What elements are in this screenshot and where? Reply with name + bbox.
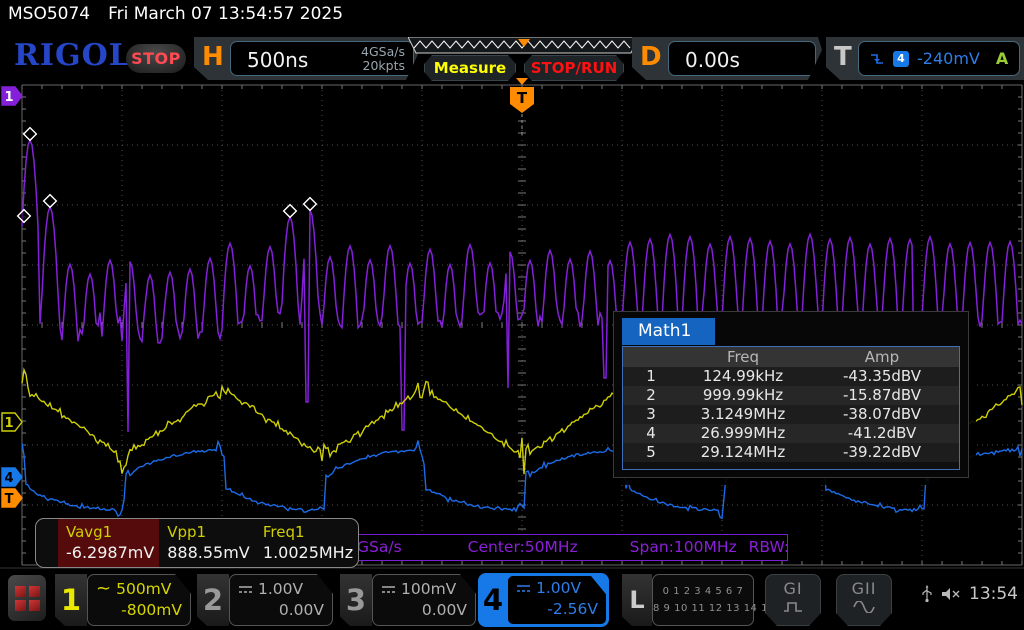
table-row: 4 26.999MHz -41.2dBV xyxy=(623,424,959,443)
trigger-box[interactable]: 4 -240mV A xyxy=(858,41,1020,76)
fft-sample-rate: GSa/s xyxy=(357,535,402,560)
memory-depth: 20kpts xyxy=(361,59,405,73)
pulse-icon xyxy=(783,601,803,613)
status-bar: MSO5074 Fri March 07 13:54:57 2025 xyxy=(0,0,1024,30)
peak-marker xyxy=(24,128,37,141)
generator-2-label: GII xyxy=(837,579,891,598)
peak-marker xyxy=(44,195,57,208)
header-index xyxy=(623,347,679,367)
measure-button[interactable]: Measure xyxy=(424,55,516,81)
channel-2-offset: 0.00V xyxy=(238,601,324,619)
delay-value: 0.00s xyxy=(685,48,740,72)
oscilloscope-screen: MSO5074Fri March 07 13:54:57 2025 T114T … xyxy=(0,0,1024,630)
channel-3-offset: 0.00V xyxy=(381,601,467,619)
fft-info-bar: GSa/s Center:50MHz Span:100MHz RBW:200kH… xyxy=(332,534,788,561)
channel-1-scale: 500mV xyxy=(116,580,171,598)
model-name: MSO5074 xyxy=(8,4,90,24)
trigger-label: T xyxy=(834,42,852,72)
timebase-box[interactable]: 500ns 4GSa/s 20kpts xyxy=(230,41,414,76)
menu-button[interactable] xyxy=(8,575,46,621)
generator-1-button[interactable]: GI xyxy=(765,574,821,626)
fft-center: Center:50MHz xyxy=(468,535,578,560)
digital-label: L xyxy=(622,574,652,626)
trigger-level: -240mV xyxy=(917,49,980,68)
system-tray: 13:54 xyxy=(921,584,1018,604)
channel-4-block[interactable]: 4 1.00V -2.56V xyxy=(478,573,609,627)
sine-icon xyxy=(853,601,875,613)
delay-label: D xyxy=(640,42,662,72)
dc-coupling-icon xyxy=(516,584,531,593)
clock: 13:54 xyxy=(969,584,1018,604)
channel-bar: 1 ~500mV -800mV 2 1.00V 0.00V 3 100mV 0.… xyxy=(0,570,1024,630)
digital-row-2: 8 9 10 11 12 13 14 15 xyxy=(653,600,753,617)
table-row: 5 29.124MHz -39.22dBV xyxy=(623,443,959,462)
digital-row-1: 0 1 2 3 4 5 6 7 xyxy=(653,583,753,600)
horizontal-label: H xyxy=(202,42,224,72)
table-row: 1 124.99kHz -43.35dBV xyxy=(623,367,959,386)
math1-popup: Math1 Freq Amp 1 124.99kHz -43.35dBV 2 9… xyxy=(613,311,969,478)
generator-2-button[interactable]: GII xyxy=(836,574,892,626)
usb-icon[interactable] xyxy=(921,585,933,603)
measurement-box: Vavg1 -6.2987mV Vpp1 888.55mV Freq1 1.00… xyxy=(35,518,359,568)
sample-rate: 4GSa/s xyxy=(361,45,405,59)
trigger-panel[interactable]: T 4 -240mV A xyxy=(826,37,1024,80)
delay-box[interactable]: 0.00s xyxy=(668,41,816,76)
channel-2-number: 2 xyxy=(197,574,229,626)
measurement-freq1[interactable]: Freq1 1.0025MHz xyxy=(255,519,358,567)
svg-text:1: 1 xyxy=(4,416,13,431)
delay-panel[interactable]: D 0.00s xyxy=(632,37,822,80)
channel-1-number: 1 xyxy=(55,574,87,626)
horizontal-panel[interactable]: H 500ns 4GSa/s 20kpts xyxy=(194,37,420,80)
trigger-slope-icon xyxy=(869,51,885,67)
peak-marker xyxy=(18,210,31,223)
fft-span: Span:100MHz xyxy=(630,535,737,560)
svg-text:T: T xyxy=(517,89,528,107)
header-amp: Amp xyxy=(807,347,957,367)
table-row: 2 999.99kHz -15.87dBV xyxy=(623,386,959,405)
channel-4-offset: -2.56V xyxy=(516,600,598,618)
table-header-row: Freq Amp xyxy=(623,347,959,367)
speaker-muted-icon[interactable] xyxy=(941,587,961,601)
timebase-value: 500ns xyxy=(247,48,308,72)
generator-1-label: GI xyxy=(766,579,820,598)
rigol-logo: RIGOL xyxy=(14,38,131,73)
channel-4-number: 4 xyxy=(478,573,508,627)
channel-3-number: 3 xyxy=(340,574,372,626)
dc-coupling-icon xyxy=(381,585,396,594)
fft-rbw: RBW:200kHz xyxy=(749,535,788,560)
header-freq: Freq xyxy=(679,347,807,367)
channel-3-scale: 100mV xyxy=(401,580,456,598)
peak-marker xyxy=(284,205,297,218)
channel-4-scale: 1.00V xyxy=(536,579,581,597)
run-state-badge[interactable]: STOP xyxy=(126,44,186,73)
waveform-preview-strip[interactable] xyxy=(408,37,640,54)
math1-tab[interactable]: Math1 xyxy=(622,318,715,345)
peak-marker xyxy=(304,198,317,211)
datetime: Fri March 07 13:54:57 2025 xyxy=(108,4,343,24)
trigger-source-badge: 4 xyxy=(893,51,909,67)
svg-text:T: T xyxy=(5,492,14,507)
svg-text:4: 4 xyxy=(4,471,13,486)
channel-2-scale: 1.00V xyxy=(258,580,303,598)
table-row: 3 3.1249MHz -38.07dBV xyxy=(623,405,959,424)
measurement-vpp1[interactable]: Vpp1 888.55mV xyxy=(159,519,255,567)
measurement-vavg1[interactable]: Vavg1 -6.2987mV xyxy=(58,519,159,567)
math1-peak-table: Freq Amp 1 124.99kHz -43.35dBV 2 999.99k… xyxy=(622,346,960,470)
channel-1-offset: -800mV xyxy=(96,601,182,619)
ac-coupling-icon: ~ xyxy=(96,583,111,595)
svg-text:1: 1 xyxy=(4,90,13,105)
dc-coupling-icon xyxy=(238,585,253,594)
menu-grid-icon xyxy=(15,586,40,611)
stop-run-button[interactable]: STOP/RUN xyxy=(524,55,624,81)
toolbar: RIGOL STOP H 500ns 4GSa/s 20kpts Measure… xyxy=(0,30,1024,85)
trigger-sweep-mode: A xyxy=(996,49,1008,68)
